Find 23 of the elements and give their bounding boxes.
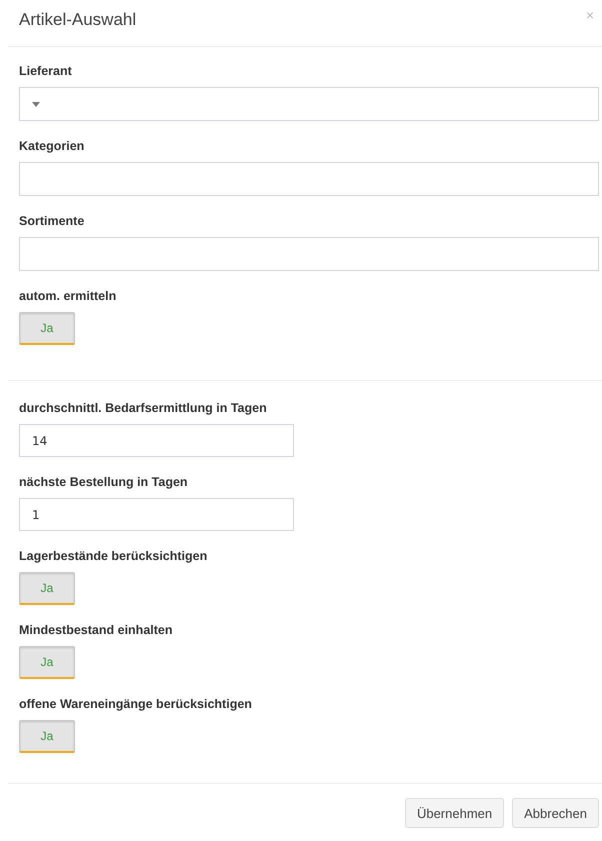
caret-icon (32, 102, 40, 106)
dialog-button[interactable]: Übernehmen (404, 798, 504, 828)
toggle-button[interactable]: Ja (19, 646, 75, 679)
input-field[interactable] (19, 237, 599, 271)
field-label: Mindestbestand einhalten (19, 623, 172, 637)
input-field[interactable]: 14 (19, 424, 294, 457)
field-label: autom. ermitteln (19, 289, 116, 303)
field-label: offene Wareneingänge berücksichtigen (19, 697, 252, 711)
close-button[interactable]: × (586, 7, 594, 23)
toggle-button[interactable]: Ja (19, 312, 75, 345)
field-label: Kategorien (19, 139, 84, 153)
field-label: Lieferant (19, 64, 72, 78)
field-label: Lagerbestände berücksichtigen (19, 549, 208, 563)
dialog-title: Artikel-Auswahl (19, 10, 136, 30)
select-field[interactable] (19, 87, 599, 121)
input-field[interactable]: 1 (19, 498, 294, 531)
field-label: durchschnittl. Bedarfsermittlung in Tagen (19, 401, 267, 415)
input-field[interactable] (19, 162, 599, 196)
toggle-button[interactable]: Ja (19, 572, 75, 605)
field-label: Sortimente (19, 214, 84, 228)
field-label: nächste Bestellung in Tagen (19, 475, 188, 489)
toggle-button[interactable]: Ja (19, 720, 75, 753)
dialog-button[interactable]: Abbrechen (512, 798, 599, 828)
